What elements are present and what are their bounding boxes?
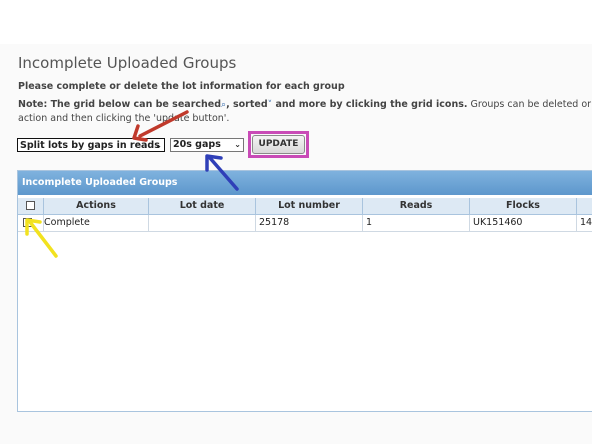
- chevron-down-icon: ⌄: [234, 140, 241, 149]
- note-prefix: Note: The grid below can be searched: [18, 99, 222, 110]
- col-header-actions[interactable]: Actions: [44, 198, 149, 214]
- gaps-select[interactable]: 20s gaps ⌄: [170, 138, 244, 152]
- groups-grid: Incomplete Uploaded Groups Actions Lot d…: [17, 170, 592, 412]
- note-text: Note: The grid below can be searched⌕, s…: [18, 98, 592, 126]
- split-lots-select[interactable]: Split lots by gaps in reads ⌄: [17, 138, 165, 152]
- note-tail: Groups can be deleted or mer: [470, 99, 592, 110]
- page-content: Incomplete Uploaded Groups Please comple…: [0, 44, 592, 444]
- row-lot-date: [149, 215, 256, 231]
- note-mid1: , sorted: [226, 99, 268, 110]
- page-title: Incomplete Uploaded Groups: [18, 54, 237, 72]
- top-band: [0, 0, 592, 44]
- update-button[interactable]: UPDATE: [252, 135, 305, 154]
- row-flocks: UK151460: [470, 215, 577, 231]
- select-all-cell: [18, 198, 44, 214]
- col-header-reads[interactable]: Reads: [363, 198, 470, 214]
- grid-header: Actions Lot date Lot number Reads Flocks: [18, 198, 592, 215]
- row-checkbox[interactable]: [23, 218, 32, 227]
- col-header-flocks[interactable]: Flocks: [470, 198, 577, 214]
- gaps-value: 20s gaps: [173, 139, 221, 150]
- instruction-text: Please complete or delete the lot inform…: [18, 81, 345, 92]
- split-lots-value: Split lots by gaps in reads: [20, 140, 160, 151]
- select-all-checkbox[interactable]: [26, 201, 35, 210]
- row-action-complete[interactable]: Complete: [44, 215, 149, 231]
- col-header-lot-number[interactable]: Lot number: [256, 198, 363, 214]
- table-row[interactable]: Complete 25178 1 UK151460 14: [18, 215, 592, 232]
- chevron-down-icon: ⌄: [155, 141, 162, 150]
- grid-caption: Incomplete Uploaded Groups: [18, 171, 592, 195]
- col-header-lot-date[interactable]: Lot date: [149, 198, 256, 214]
- row-lot-number: 25178: [256, 215, 363, 231]
- note-line2: action and then clicking the 'update but…: [18, 113, 230, 124]
- row-select-cell: [18, 215, 44, 231]
- row-extra: 14: [580, 217, 592, 228]
- note-mid2: and more by clicking the grid icons.: [272, 99, 468, 110]
- col-header-extra: [577, 198, 592, 214]
- row-reads: 1: [363, 215, 470, 231]
